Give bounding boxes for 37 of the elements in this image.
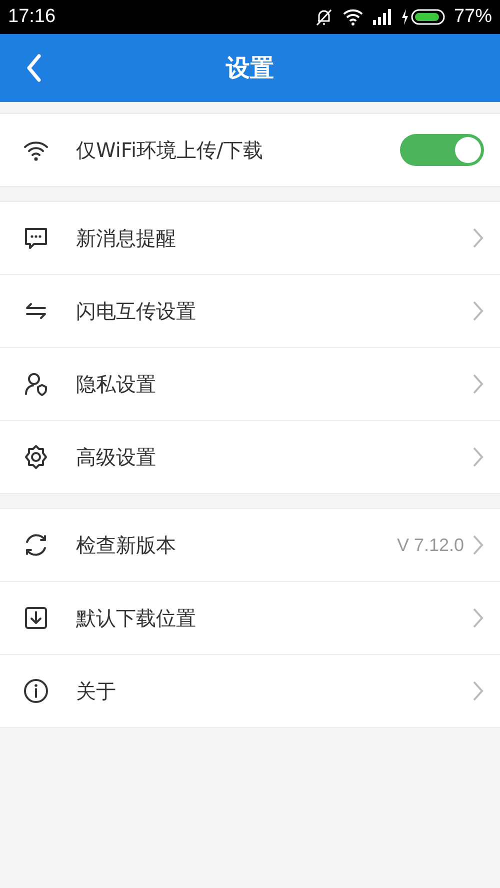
toggle-switch[interactable] (400, 134, 484, 166)
row-label: 新消息提醒 (76, 224, 177, 252)
chevron-icon (472, 607, 484, 629)
settings-row[interactable]: 新消息提醒 (0, 202, 500, 274)
row-label: 关于 (76, 678, 117, 704)
settings-row[interactable]: 隐私设置 (0, 347, 500, 420)
settings-row[interactable]: 仅WiFi环境上传/下载 (0, 114, 500, 186)
settings-row[interactable]: 默认下载位置 (0, 581, 500, 654)
row-label: 仅WiFi环境上传/下载 (76, 136, 264, 164)
chevron-icon (472, 373, 484, 395)
signal-icon (372, 9, 392, 25)
version-text: V 7.12.0 (396, 534, 464, 556)
back-icon (26, 54, 42, 82)
row-label: 默认下载位置 (76, 604, 197, 632)
row-label: 隐私设置 (76, 370, 157, 398)
settings-row[interactable]: 关于 (0, 654, 500, 727)
info-icon (22, 677, 50, 705)
row-label: 闪电互传设置 (76, 298, 197, 324)
row-label: 高级设置 (76, 444, 157, 470)
user-shield-icon (22, 370, 50, 398)
charging-battery-icon (400, 8, 446, 26)
settings-icon (22, 443, 50, 471)
download-icon (22, 604, 50, 632)
settings-row[interactable]: 闪电互传设置 (0, 274, 500, 347)
page-title: 设置 (226, 53, 274, 84)
wifi-signal-icon (342, 8, 364, 26)
settings-row[interactable]: 检查新版本 V 7.12.0 (0, 509, 500, 581)
chevron-icon (472, 446, 484, 468)
row-label: 检查新版本 (76, 532, 177, 558)
chevron-icon (472, 227, 484, 249)
battery-percent: 77% (454, 6, 492, 28)
muted-bell-icon (314, 7, 334, 27)
chevron-icon (472, 534, 484, 556)
chevron-icon (472, 300, 484, 322)
chevron-icon (472, 680, 484, 702)
status-time: 17:16 (8, 6, 56, 28)
settings-row[interactable]: 高级设置 (0, 420, 500, 493)
